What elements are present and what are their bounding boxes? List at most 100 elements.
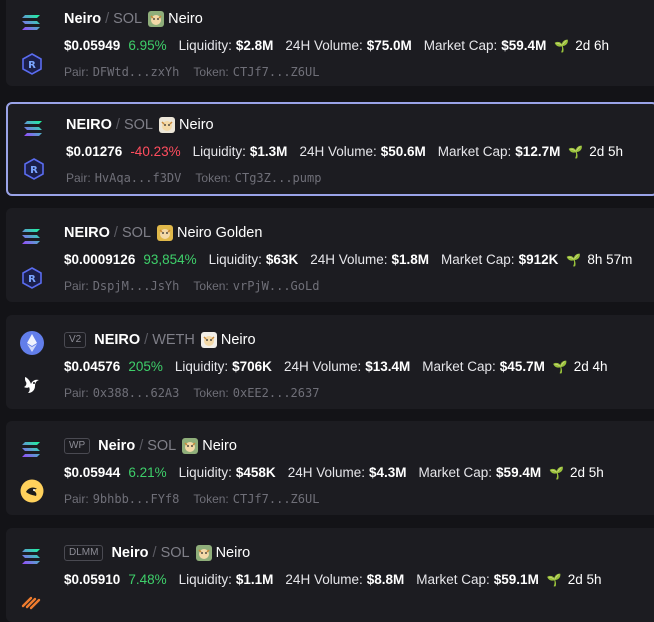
pair-age: 8h 57m <box>587 252 633 267</box>
token-label: Token: <box>195 171 231 185</box>
volume-label: 24H Volume: <box>283 359 362 374</box>
pair-age: 2d 5h <box>567 572 602 587</box>
dex-version-badge: DLMM <box>64 545 104 561</box>
pair-title: WP Neiro / SOL Neiro <box>64 438 237 454</box>
pair-stats: $0.04576 205% Liquidity: $706K 24H Volum… <box>64 359 608 374</box>
token-address[interactable]: CTg3Z...pump <box>235 171 322 185</box>
pair-address[interactable]: DspjM...JsYh <box>93 279 180 293</box>
solana-chain-icon <box>20 224 44 248</box>
pair-label: Pair: <box>64 492 89 506</box>
token-name: Neiro <box>220 332 256 348</box>
solana-chain-icon <box>22 116 46 140</box>
pair-stats: $0.05910 7.48% Liquidity: $1.1M 24H Volu… <box>64 572 602 587</box>
liquidity-value: $1.1M <box>235 572 274 587</box>
liquidity-value: $458K <box>235 465 276 480</box>
market-cap-label: Market Cap: <box>441 252 515 267</box>
volume-label: 24H Volume: <box>310 252 388 267</box>
liquidity-value: $2.8M <box>235 38 274 53</box>
price: $0.0009126 <box>64 252 136 267</box>
market-cap-value: $12.7M <box>515 144 561 159</box>
pair-address[interactable]: HvAqa...f3DV <box>95 171 182 185</box>
market-cap-value: $59.4M <box>501 38 547 53</box>
liquidity-label: Liquidity: <box>178 465 232 480</box>
market-cap-value: $59.1M <box>493 572 539 587</box>
base-symbol: Neiro <box>111 545 149 561</box>
token-image <box>148 11 165 27</box>
token-image <box>156 225 173 241</box>
pair-separator: / <box>144 332 149 348</box>
sprout-icon: 🌱 <box>549 465 565 480</box>
token-name: Neiro <box>215 545 251 561</box>
pair-title: DLMM Neiro / SOL Neiro <box>64 545 250 561</box>
token-image <box>195 545 212 561</box>
pair-row[interactable]: V2 NEIRO / WETH Neiro $0.04576 205% Liqu… <box>6 315 654 409</box>
pair-title: NEIRO / SOL Neiro <box>66 117 214 133</box>
token-name: Neiro Golden <box>176 225 263 241</box>
pair-row[interactable]: R NEIRO / SOL Neiro Golden $0.0009126 93… <box>6 208 654 302</box>
price-change: -40.23% <box>130 144 181 159</box>
volume-label: 24H Volume: <box>287 465 365 480</box>
sprout-icon: 🌱 <box>552 359 568 374</box>
market-cap-label: Market Cap: <box>423 38 498 53</box>
token-image <box>182 438 199 454</box>
price: $0.04576 <box>64 359 121 374</box>
price-change: 7.48% <box>128 572 167 587</box>
price: $0.05944 <box>64 465 121 480</box>
base-symbol: Neiro <box>64 11 102 27</box>
price-change: 93,854% <box>143 252 197 267</box>
market-cap-label: Market Cap: <box>422 359 496 374</box>
pair-address[interactable]: 9bhbb...FYf8 <box>93 492 180 506</box>
pair-addresses: Pair: 9bhbb...FYf8 Token: CTJf7...Z6UL <box>64 492 333 506</box>
liquidity-label: Liquidity: <box>178 38 232 53</box>
pair-separator: / <box>113 225 118 241</box>
pair-row[interactable]: R NEIRO / SOL Neiro $0.01276 -40.23% Liq… <box>6 102 654 196</box>
liquidity-label: Liquidity: <box>174 359 229 374</box>
token-address[interactable]: CTJf7...Z6UL <box>233 492 320 506</box>
token-label: Token: <box>193 279 229 293</box>
orca-dex-icon <box>20 479 44 503</box>
pair-separator: / <box>139 438 144 454</box>
pair-age: 2d 5h <box>589 144 624 159</box>
pair-stats: $0.05944 6.21% Liquidity: $458K 24H Volu… <box>64 465 604 480</box>
pair-address[interactable]: DFWtd...zxYh <box>93 65 180 79</box>
solana-chain-icon <box>20 437 44 461</box>
token-label: Token: <box>193 492 229 506</box>
uniswap-dex-icon <box>20 373 44 397</box>
solana-chain-icon <box>20 544 44 568</box>
liquidity-value: $63K <box>265 252 299 267</box>
pair-row[interactable]: WP Neiro / SOL Neiro $0.05944 6.21% Liqu… <box>6 421 654 515</box>
pair-label: Pair: <box>64 386 89 400</box>
svg-text:R: R <box>28 60 36 71</box>
liquidity-label: Liquidity: <box>192 144 246 159</box>
raydium-dex-icon: R <box>20 52 44 76</box>
pair-age: 2d 5h <box>570 465 604 480</box>
dex-version-badge: WP <box>64 438 91 454</box>
volume-value: $4.3M <box>368 465 407 480</box>
price: $0.05949 <box>64 38 121 53</box>
volume-label: 24H Volume: <box>285 38 363 53</box>
pair-separator: / <box>152 545 157 561</box>
pair-addresses: Pair: HvAqa...f3DV Token: CTg3Z...pump <box>66 171 335 185</box>
quote-symbol: WETH <box>152 332 195 348</box>
volume-value: $8.8M <box>366 572 405 587</box>
market-cap-label: Market Cap: <box>437 144 512 159</box>
token-address[interactable]: 0xEE2...2637 <box>233 386 320 400</box>
price: $0.01276 <box>66 144 123 159</box>
pair-address[interactable]: 0x388...62A3 <box>93 386 180 400</box>
raydium-dex-icon: R <box>20 266 44 290</box>
svg-text:R: R <box>28 274 36 285</box>
token-image <box>158 117 175 133</box>
pair-row[interactable]: DLMM Neiro / SOL Neiro $0.05910 7.48% Li… <box>6 528 654 622</box>
pair-title: NEIRO / SOL Neiro Golden <box>64 225 262 241</box>
pair-row[interactable]: R Neiro / SOL Neiro $0.05949 6.95% Liqui… <box>6 0 654 86</box>
quote-symbol: SOL <box>160 545 190 561</box>
token-address[interactable]: vrPjW...GoLd <box>233 279 320 293</box>
base-symbol: NEIRO <box>66 117 112 133</box>
svg-text:R: R <box>30 165 38 176</box>
market-cap-value: $45.7M <box>499 359 545 374</box>
pair-title: Neiro / SOL Neiro <box>64 11 203 27</box>
sprout-icon: 🌱 <box>566 252 582 267</box>
token-address[interactable]: CTJf7...Z6UL <box>233 65 320 79</box>
volume-value: $1.8M <box>391 252 430 267</box>
pair-separator: / <box>105 11 110 27</box>
